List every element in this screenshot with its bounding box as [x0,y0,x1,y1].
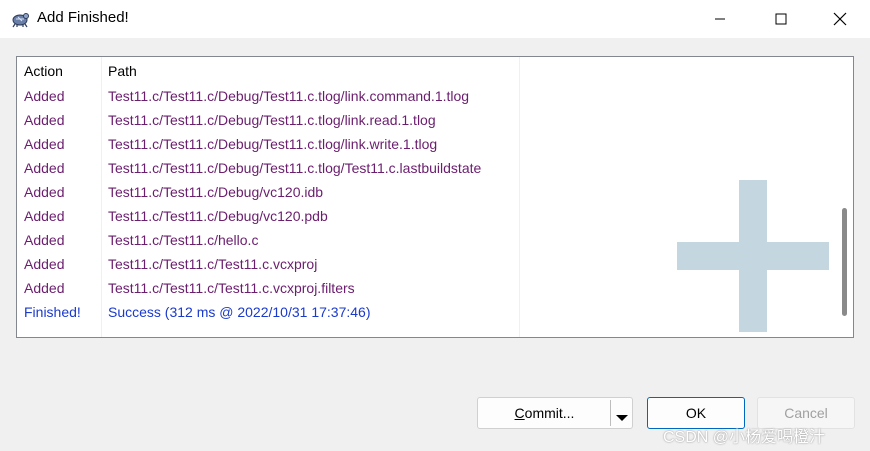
maximize-button[interactable] [752,0,810,38]
ok-label: OK [685,405,707,421]
minimize-button[interactable] [691,0,749,38]
path-cell: Success (312 ms @ 2022/10/31 17:37:46) [108,304,371,320]
cancel-label: Cancel [784,405,828,421]
list-row[interactable]: Added Test11.c/Test11.c/Debug/Test11.c.t… [17,133,835,157]
window-title: Add Finished! [37,9,129,26]
action-cell: Added [24,112,65,128]
path-cell: Test11.c/Test11.c/Debug/Test11.c.tlog/li… [108,88,470,104]
maximize-icon [775,13,787,25]
csdn-watermark: CSDN @小杨爱喝橙汁 [663,429,826,446]
path-cell: Test11.c/Test11.c/Debug/vc120.idb [108,184,324,200]
list-row[interactable]: Added Test11.c/Test11.c/Debug/Test11.c.t… [17,157,835,181]
action-cell: Added [24,280,65,296]
action-cell: Added [24,88,65,104]
path-cell: Test11.c/Test11.c/Test11.c.vcxproj [108,256,318,272]
scrollbar-thumb[interactable] [842,208,847,316]
action-cell: Finished! [24,304,81,320]
action-cell: Added [24,160,65,176]
path-cell: Test11.c/Test11.c/Test11.c.vcxproj.filte… [108,280,355,296]
action-cell: Added [24,256,65,272]
tortoise-app-icon [10,10,30,28]
minimize-icon [715,18,725,20]
action-cell: Added [24,208,65,224]
vertical-scrollbar[interactable] [835,57,853,337]
list-row[interactable]: Added Test11.c/Test11.c/Debug/Test11.c.t… [17,85,835,109]
results-list[interactable]: Action Path Added Test11.c/Test11.c/Debu… [16,56,854,338]
commit-accelerator: C [514,405,525,421]
path-cell: Test11.c/Test11.c/Debug/Test11.c.tlog/li… [108,136,438,152]
path-cell: Test11.c/Test11.c/Debug/vc120.pdb [108,208,328,224]
commit-label: ommit... [524,405,575,421]
commit-split-button[interactable]: Commit... [477,397,633,429]
commit-button[interactable]: Commit... [478,405,611,421]
added-plus-watermark-icon [677,180,829,332]
close-icon [833,12,847,26]
column-header-path[interactable]: Path [108,63,137,79]
list-row[interactable]: Added Test11.c/Test11.c/Debug/Test11.c.t… [17,109,835,133]
close-button[interactable] [811,0,869,38]
dropdown-arrow-icon[interactable] [615,409,629,425]
column-header-action[interactable]: Action [24,63,63,79]
path-cell: Test11.c/Test11.c/Debug/Test11.c.tlog/li… [108,112,436,128]
action-cell: Added [24,136,65,152]
title-bar: Add Finished! [0,0,870,38]
path-cell: Test11.c/Test11.c/hello.c [108,232,259,248]
path-cell: Test11.c/Test11.c/Debug/Test11.c.tlog/Te… [108,160,482,176]
split-divider [610,400,611,426]
action-cell: Added [24,184,65,200]
action-cell: Added [24,232,65,248]
